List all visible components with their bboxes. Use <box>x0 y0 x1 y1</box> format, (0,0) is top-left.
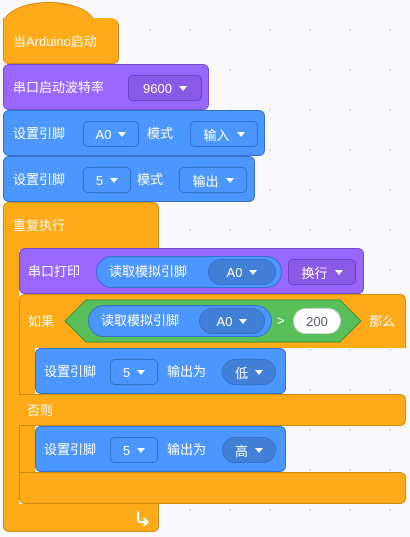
serial-print-label: 串口打印 <box>28 264 81 279</box>
set-pin-label: 设置引脚 <box>44 364 97 379</box>
chevron-down-icon <box>137 369 146 375</box>
serial-print-block[interactable]: 串口打印 读取模拟引脚 A0 换行 <box>19 248 364 294</box>
chevron-down-icon <box>255 447 263 453</box>
pin-dropdown[interactable]: 5 <box>110 437 158 463</box>
chevron-down-icon <box>225 177 234 183</box>
read-analog-pin-reporter[interactable]: 读取模拟引脚 A0 <box>96 256 282 288</box>
pin-dropdown[interactable]: 5 <box>83 167 131 193</box>
forever-block-arm <box>3 248 19 506</box>
pin-value: 5 <box>122 364 131 380</box>
level-value: 高 <box>234 443 248 459</box>
newline-value: 换行 <box>301 265 328 281</box>
loop-arrow-icon <box>134 508 152 527</box>
pin-dropdown[interactable]: A0 <box>83 121 139 147</box>
set-pin-mode-block[interactable]: 设置引脚 5 模式 输出 <box>3 156 255 202</box>
output-label: 输出为 <box>167 364 207 379</box>
pin-dropdown[interactable]: 5 <box>110 359 158 385</box>
mode-value: 输入 <box>203 127 230 143</box>
pin-value: 5 <box>95 172 104 188</box>
when-arduino-starts-block[interactable]: 当Arduino启动 <box>3 18 119 64</box>
set-pin-label: 设置引脚 <box>44 442 97 457</box>
baud-rate-dropdown[interactable]: 9600 <box>128 75 202 101</box>
serial-begin-block[interactable]: 串口启动波特率 9600 <box>3 64 209 110</box>
set-pin-label: 设置引脚 <box>13 126 66 141</box>
greater-than-operator: > <box>277 313 285 328</box>
greater-than-condition[interactable]: 读取模拟引脚 A0 > 200 <box>64 299 362 343</box>
threshold-value: 200 <box>306 313 328 329</box>
forever-label: 重复执行 <box>13 218 66 233</box>
baud-rate-value: 9600 <box>143 80 172 96</box>
forever-block-bottom[interactable] <box>3 504 159 532</box>
chevron-down-icon <box>249 269 258 275</box>
mode-value: 输出 <box>192 173 219 189</box>
analog-pin-value: A0 <box>216 313 233 329</box>
chevron-down-icon <box>178 85 187 91</box>
newline-dropdown[interactable]: 换行 <box>288 259 356 285</box>
forever-block-top[interactable]: 重复执行 <box>3 202 159 250</box>
level-dropdown[interactable]: 高 <box>222 437 276 463</box>
pin-value: 5 <box>122 442 131 458</box>
read-analog-label: 读取模拟引脚 <box>101 313 180 328</box>
threshold-value-input[interactable]: 200 <box>293 308 341 334</box>
mode-dropdown[interactable]: 输出 <box>179 167 247 193</box>
level-dropdown[interactable]: 低 <box>222 359 276 385</box>
analog-pin-value: A0 <box>226 264 243 280</box>
else-band: 否则 <box>19 394 406 426</box>
pin-value: A0 <box>95 126 112 142</box>
set-pin-label: 设置引脚 <box>13 172 66 187</box>
set-pin-mode-block[interactable]: 设置引脚 A0 模式 输入 <box>3 110 265 156</box>
output-label: 输出为 <box>167 442 207 457</box>
chevron-down-icon <box>334 269 343 275</box>
read-analog-pin-reporter[interactable]: 读取模拟引脚 A0 <box>88 305 272 337</box>
chevron-down-icon <box>236 131 245 137</box>
if-else-block-bottom[interactable] <box>19 472 406 504</box>
serial-begin-label: 串口启动波特率 <box>13 80 105 95</box>
digital-write-block[interactable]: 设置引脚 5 输出为 高 <box>35 426 286 472</box>
hat-block-label: 当Arduino启动 <box>13 34 97 49</box>
read-analog-label: 读取模拟引脚 <box>109 264 188 279</box>
analog-pin-dropdown[interactable]: A0 <box>199 308 265 334</box>
level-value: 低 <box>234 365 248 381</box>
chevron-down-icon <box>255 369 263 375</box>
analog-pin-dropdown[interactable]: A0 <box>208 259 276 285</box>
digital-write-block[interactable]: 设置引脚 5 输出为 低 <box>35 348 286 394</box>
chevron-down-icon <box>137 447 146 453</box>
mode-dropdown[interactable]: 输入 <box>190 121 258 147</box>
else-label: 否则 <box>27 403 54 418</box>
then-label: 那么 <box>369 314 396 329</box>
if-label: 如果 <box>28 314 55 329</box>
chevron-down-icon <box>118 131 127 137</box>
mode-label: 模式 <box>147 126 174 141</box>
mode-label: 模式 <box>137 172 164 187</box>
chevron-down-icon <box>239 318 248 324</box>
chevron-down-icon <box>110 177 119 183</box>
